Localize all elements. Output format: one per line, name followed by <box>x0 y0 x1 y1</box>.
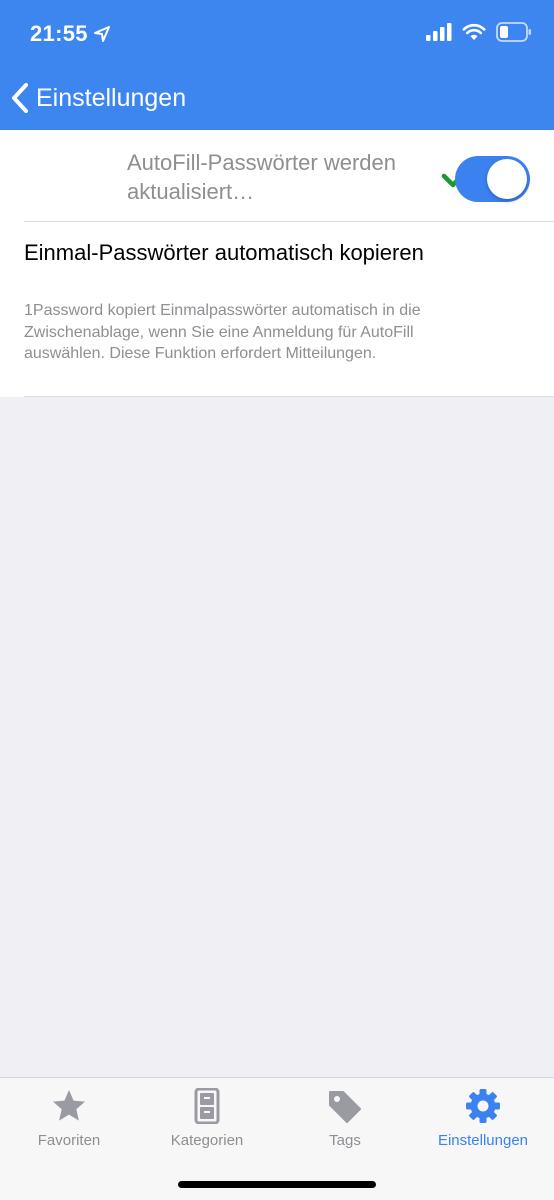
cabinet-icon <box>194 1088 220 1124</box>
back-button-label: Einstellungen <box>36 83 187 112</box>
otp-copy-title: Einmal-Passwörter automatisch kopieren <box>24 240 424 265</box>
tab-label: Einstellungen <box>437 1132 529 1149</box>
chevron-left-icon <box>12 83 28 113</box>
tab-favoriten[interactable]: Favoriten <box>0 1078 138 1158</box>
navigation-bar: Einstellungen <box>0 70 554 130</box>
tab-tags[interactable]: Tags <box>276 1078 414 1158</box>
otp-copy-description: 1Password kopiert Einmalpasswörter autom… <box>24 302 421 362</box>
cellular-signal-icon <box>426 23 452 41</box>
tab-label: Kategorien <box>170 1132 244 1149</box>
row-divider <box>24 396 554 397</box>
star-icon <box>53 1090 85 1121</box>
back-button[interactable]: Einstellungen <box>10 78 186 118</box>
tag-icon <box>329 1091 361 1123</box>
app-header: 21:55 Einstellungen <box>0 0 554 130</box>
otp-copy-setting-row: Einmal-Passwörter automatisch kopieren 1… <box>0 222 554 396</box>
battery-icon <box>496 22 531 42</box>
otp-copy-toggle[interactable] <box>455 156 530 202</box>
status-bar: 21:55 <box>0 0 554 70</box>
wifi-icon <box>462 23 486 40</box>
home-indicator <box>178 1181 376 1188</box>
tab-label: Tags <box>329 1132 361 1149</box>
location-arrow-icon <box>93 26 110 42</box>
status-icons <box>426 22 532 42</box>
status-time: 21:55 <box>30 21 110 47</box>
clock-label: 21:55 <box>30 21 88 46</box>
toggle-knob <box>487 159 527 199</box>
tab-einstellungen[interactable]: Einstellungen <box>414 1078 552 1158</box>
tab-label: Favoriten <box>37 1132 101 1149</box>
autofill-status-text: AutoFill-Passwörter werden aktualisiert… <box>127 150 396 204</box>
gear-icon <box>466 1089 500 1123</box>
tab-kategorien[interactable]: Kategorien <box>138 1078 276 1158</box>
